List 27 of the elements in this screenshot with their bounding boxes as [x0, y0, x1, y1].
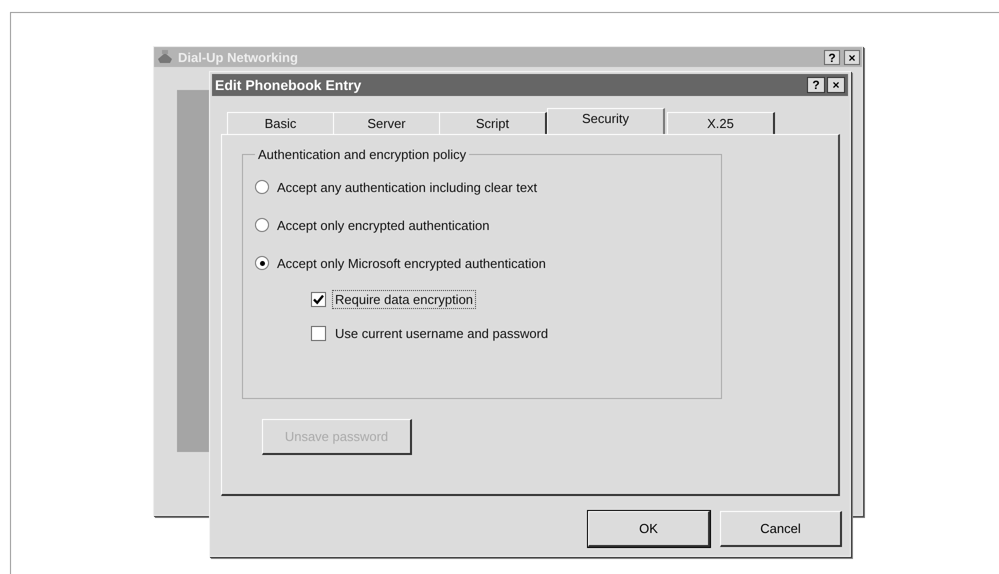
- group-label: Authentication and encryption policy: [257, 147, 468, 162]
- cancel-button[interactable]: Cancel: [720, 511, 842, 547]
- tab[interactable]: Script: [439, 112, 547, 134]
- radio-label: Accept only encrypted authentication: [277, 218, 490, 232]
- back-window-title: Dial-Up Networking: [178, 50, 299, 64]
- radio-button[interactable]: [255, 256, 269, 270]
- tab[interactable]: Server: [333, 112, 441, 134]
- radio-option[interactable]: Accept any authentication including clear text: [255, 168, 709, 206]
- radio-label: Accept only Microsoft encrypted authentication: [277, 256, 546, 270]
- radio-button[interactable]: [255, 218, 269, 232]
- help-button[interactable]: ?: [807, 77, 825, 93]
- tab[interactable]: Basic: [227, 112, 335, 134]
- checkbox[interactable]: [311, 292, 326, 306]
- radio-option[interactable]: Accept only encrypted authentication: [255, 206, 709, 244]
- checkbox-label: Use current username and password: [334, 324, 550, 342]
- checkbox-label: Require data encryption: [332, 290, 476, 308]
- dialog-title: Edit Phonebook Entry: [215, 77, 362, 93]
- radio-label: Accept any authentication including clear text: [277, 180, 538, 194]
- checkbox[interactable]: [311, 326, 326, 340]
- radio-button[interactable]: [255, 180, 269, 194]
- close-button[interactable]: ×: [844, 50, 860, 64]
- radio-option[interactable]: Accept only Microsoft encrypted authentication: [255, 244, 709, 282]
- help-button[interactable]: ?: [824, 50, 840, 64]
- tab[interactable]: Security: [547, 108, 665, 134]
- ok-button[interactable]: OK: [588, 511, 710, 547]
- tab[interactable]: X.25: [667, 112, 775, 134]
- close-button[interactable]: ×: [827, 77, 845, 93]
